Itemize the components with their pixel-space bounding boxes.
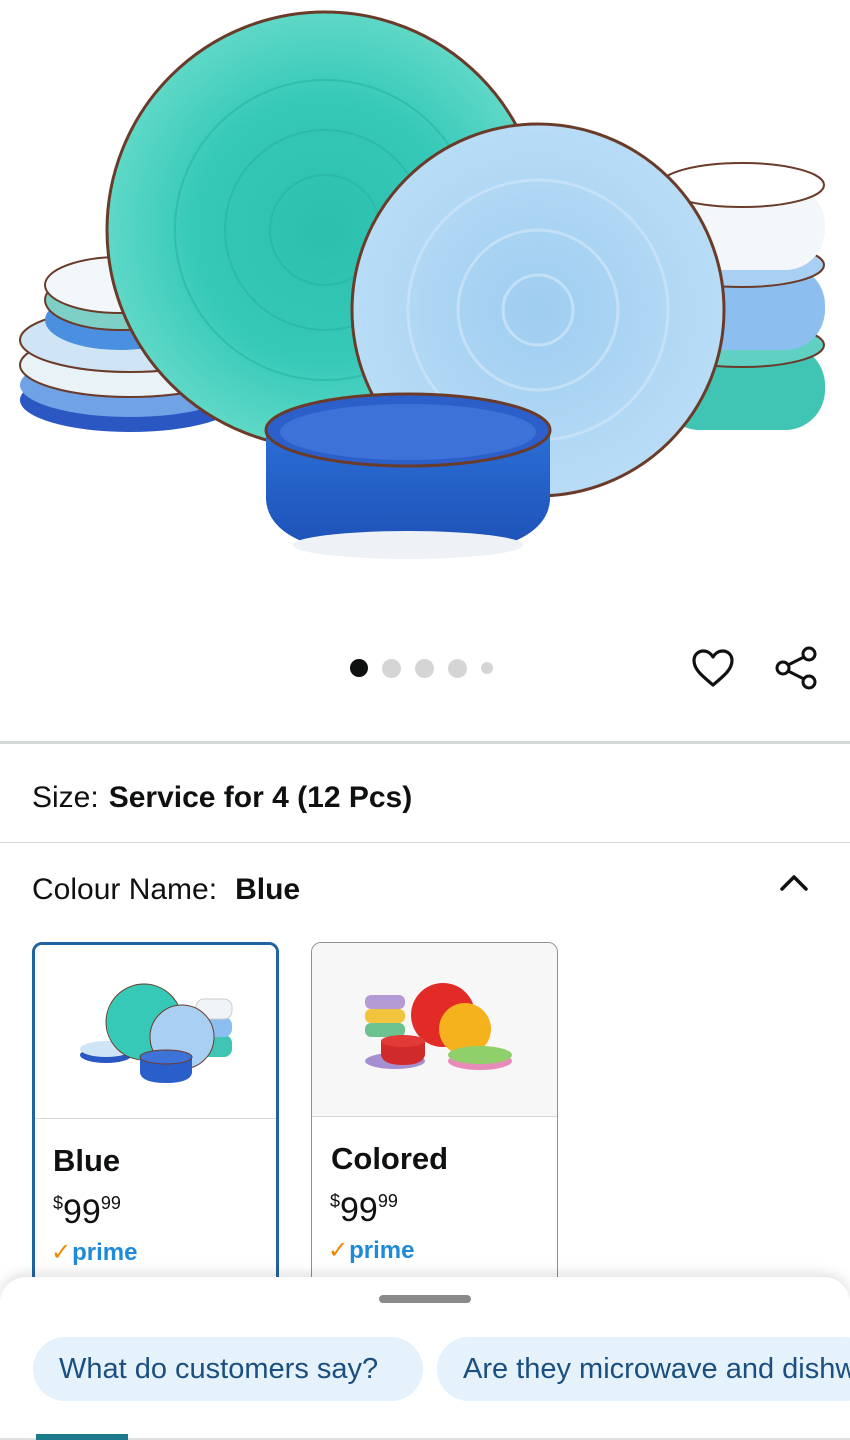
size-selector[interactable]: Size: Service for 4 (12 Pcs) (32, 778, 412, 818)
price-currency: $ (330, 1191, 341, 1211)
swatch-thumbnail (35, 945, 276, 1119)
carousel-dot-3[interactable] (415, 658, 434, 678)
price-whole: 99 (63, 1193, 101, 1231)
carousel-dot-5[interactable] (481, 662, 493, 674)
sheet-drag-handle[interactable] (379, 1295, 471, 1303)
price-fraction: 99 (100, 1193, 121, 1213)
section-divider (0, 842, 850, 843)
price-fraction: 99 (377, 1191, 398, 1211)
wishlist-button[interactable] (688, 643, 738, 693)
swatch-name: Colored (331, 1141, 449, 1176)
colour-swatch-blue[interactable]: Blue $9999 ✓ prime (32, 942, 279, 1302)
heart-icon (692, 649, 734, 687)
share-icon (775, 646, 817, 690)
sheet-tab-indicator (36, 1434, 128, 1440)
chevron-up-icon (780, 875, 808, 891)
price-currency: $ (53, 1193, 64, 1213)
prime-label: prime (349, 1236, 415, 1264)
colour-value: Blue (235, 873, 301, 906)
swatch-thumbnail (312, 943, 557, 1117)
carousel-dot-4[interactable] (448, 658, 467, 678)
prime-label: prime (72, 1238, 138, 1266)
section-divider (0, 741, 850, 744)
swatch-price: $9999 (330, 1181, 557, 1230)
suggestion-chip[interactable]: What do customers say? (33, 1337, 423, 1401)
share-button[interactable] (772, 643, 822, 693)
carousel-dot-1[interactable] (350, 659, 368, 677)
colored-set-thumbnail (364, 982, 512, 1070)
colour-label: Colour Name: (32, 873, 218, 906)
blue-set-thumbnail (79, 983, 232, 1083)
carousel-indicator[interactable] (350, 658, 493, 678)
suggestions-sheet[interactable]: What do customers say? Are they microwav… (0, 1277, 850, 1440)
colour-header: Colour Name: Blue (32, 870, 300, 910)
colour-swatch-colored[interactable]: Colored $9999 ✓ prime (311, 942, 558, 1302)
swatch-price: $9999 (53, 1183, 276, 1232)
size-label: Size: (32, 781, 99, 814)
size-value: Service for 4 (12 Pcs) (108, 781, 413, 814)
swatch-name: Blue (53, 1143, 121, 1178)
prime-badge: ✓ prime (328, 1236, 557, 1265)
price-whole: 99 (340, 1191, 378, 1229)
prime-check-icon: ✓ (51, 1239, 72, 1266)
product-image[interactable] (0, 0, 850, 640)
prime-badge: ✓ prime (51, 1238, 276, 1267)
dinnerware-illustration (19, 10, 825, 559)
collapse-colour-button[interactable] (772, 862, 816, 902)
suggestion-chip[interactable]: Are they microwave and dishwasher safe? (437, 1337, 850, 1401)
prime-check-icon: ✓ (328, 1237, 349, 1264)
carousel-dot-2[interactable] (382, 658, 401, 678)
